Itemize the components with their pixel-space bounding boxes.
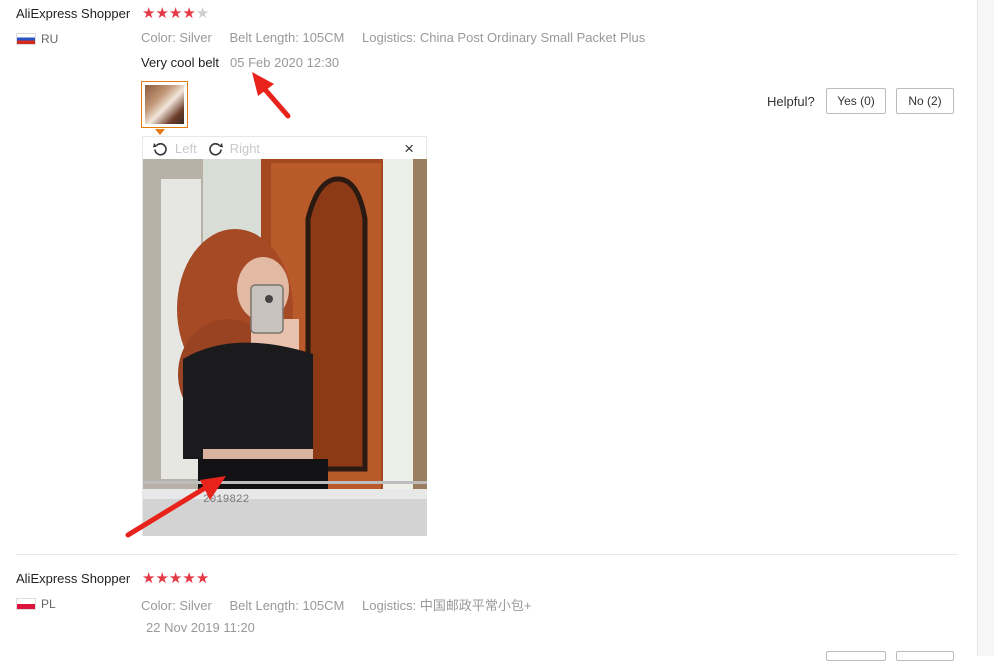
review-attributes: Color: Silver Belt Length: 105CM Logisti…	[141, 595, 545, 614]
rating-stars: ★★★★★	[142, 571, 209, 587]
review-date: 22 Nov 2019 11:20	[146, 620, 255, 635]
reviewer-name: AliExpress Shopper	[16, 571, 131, 586]
attr-value: 105CM	[302, 598, 345, 613]
star-icon: ★	[182, 570, 196, 587]
attr-key: Color:	[141, 598, 176, 613]
reviewer-country: PL	[41, 597, 56, 611]
annotation-arrows	[125, 72, 291, 538]
star-icon: ★	[195, 570, 210, 587]
attr-key: Logistics:	[362, 598, 417, 613]
helpful-yes-button[interactable]	[826, 651, 886, 661]
attr-value: 中国邮政平常小包+	[419, 598, 532, 613]
annotation-arrow-date	[252, 72, 291, 119]
helpful-no-button[interactable]	[896, 651, 954, 661]
flag-pl-icon	[16, 598, 36, 610]
star-icon: ★	[142, 570, 156, 587]
star-icon: ★	[168, 570, 183, 587]
attr-value: Silver	[179, 598, 212, 613]
annotation-arrow-buckle	[125, 476, 226, 538]
star-icon: ★	[155, 570, 169, 587]
review-divider	[16, 554, 958, 555]
attr-key: Belt Length:	[229, 598, 299, 613]
